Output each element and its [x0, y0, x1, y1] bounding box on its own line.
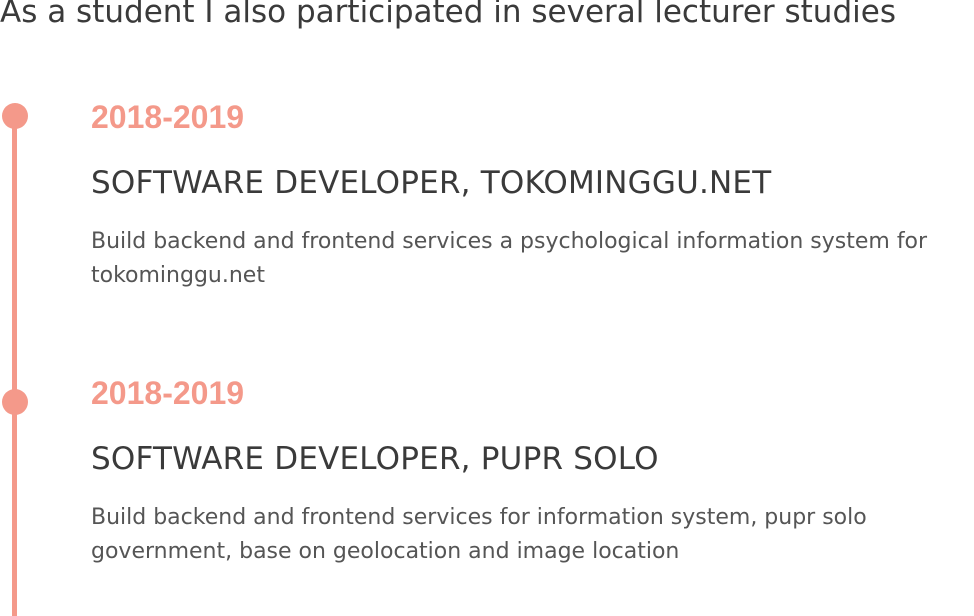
entry-description: Build backend and frontend services for … — [91, 505, 867, 564]
entry-title: SOFTWARE DEVELOPER, PUPR SOLO — [91, 441, 659, 477]
timeline-line — [12, 116, 17, 616]
timeline-dot — [2, 103, 28, 129]
entry-year: 2018-2019 — [91, 99, 245, 135]
entry-description: Build backend and frontend services a ps… — [91, 229, 928, 288]
timeline-entry: 2018-2019 SOFTWARE DEVELOPER, TOKOMINGGU… — [91, 98, 974, 293]
entry-title: SOFTWARE DEVELOPER, TOKOMINGGU.NET — [91, 165, 772, 201]
intro-text: As a student I also participated in seve… — [0, 0, 896, 30]
entry-year: 2018-2019 — [91, 375, 245, 411]
timeline-entry: 2018-2019 SOFTWARE DEVELOPER, PUPR SOLO … — [91, 374, 974, 569]
timeline-dot — [2, 389, 28, 415]
